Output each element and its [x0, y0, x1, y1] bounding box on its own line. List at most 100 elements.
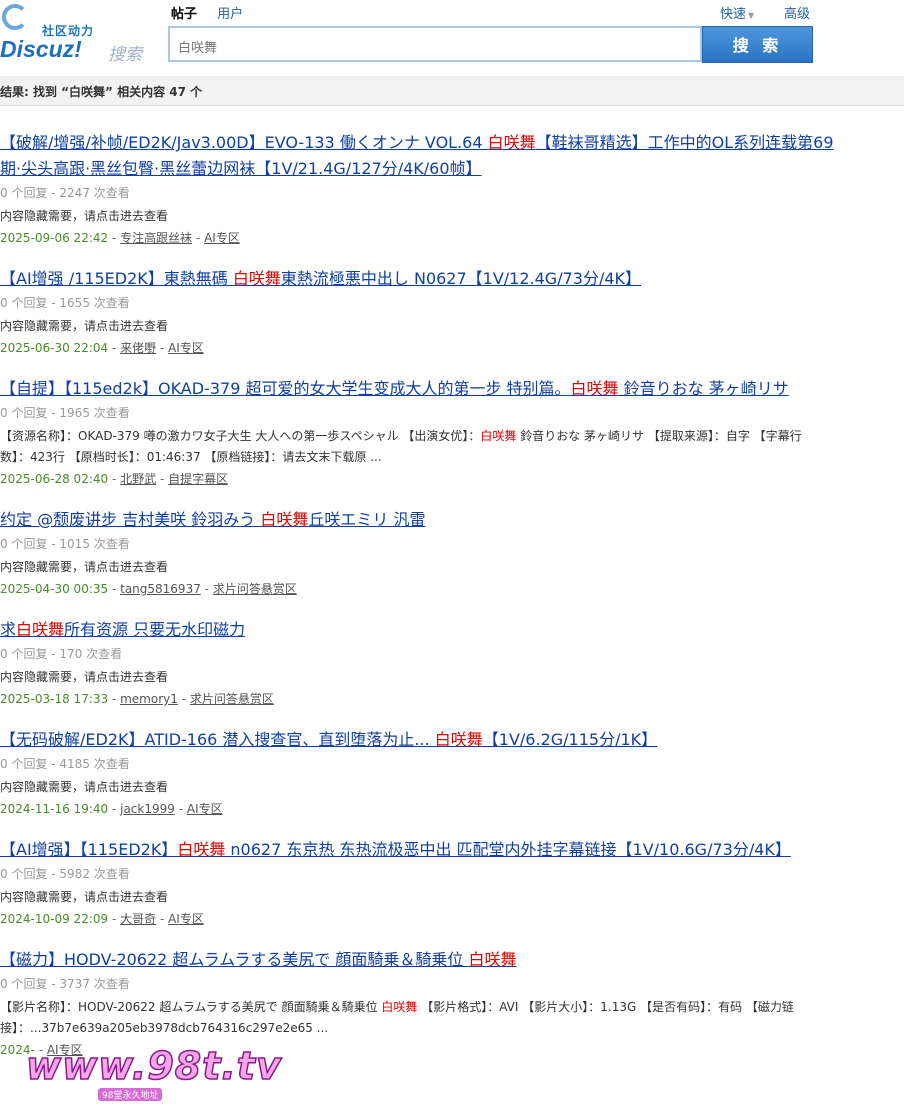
separator: - — [156, 472, 169, 486]
result-meta: 2025-06-28 02:40 - 北野武 - 自提字幕区 — [0, 470, 904, 487]
result-forum-link[interactable]: 求片问答悬赏区 — [213, 582, 297, 596]
result-date: 2024-11-16 19:40 — [0, 802, 109, 816]
result-item: 【磁力】HODV-20622 超ムラムラする美尻で 顔面騎乗＆騎乗位 白咲舞 0 … — [0, 947, 904, 1058]
summary-text: 内容隐藏需要，请点击进去查看 — [0, 780, 169, 794]
result-stats: 0 个回复 - 2247 次查看 — [0, 186, 130, 200]
result-author-link[interactable]: 专注高跟丝袜 — [120, 231, 192, 245]
result-author-link[interactable]: tang5816937 — [120, 582, 201, 596]
summary-text: 【影片名称】：HODV-20622 超ムラムラする美尻で 顔面騎乗＆騎乗位 — [0, 1000, 382, 1014]
separator: - — [108, 582, 121, 596]
result-forum-link[interactable]: AI专区 — [187, 802, 223, 816]
result-date: 2024-10-09 22:09 — [0, 912, 109, 926]
search-type-tabs: 帖子 用户 — [171, 3, 259, 22]
result-title-link[interactable]: 约定 @颓废讲步 吉村美咲 鈴羽みう 白咲舞丘咲エミリ 汎雷 — [0, 507, 904, 533]
result-forum-link[interactable]: 自提字幕区 — [168, 472, 228, 486]
result-item: 约定 @颓废讲步 吉村美咲 鈴羽みう 白咲舞丘咲エミリ 汎雷 0 个回复 - 10… — [0, 507, 904, 597]
keyword-highlight: 白咲舞 — [434, 730, 483, 749]
title-text: n0627 东京热 东热流极恶中出 匹配堂内外挂字幕链接【1V/10.6G/73… — [225, 840, 791, 859]
title-text: 【自提】【115ed2k】OKAD-379 超可爱的女大学生变成大人的第一步 特… — [0, 379, 571, 398]
result-summary-text: 内容隐藏需要，请点击进去查看 — [0, 206, 904, 227]
result-stats: 0 个回复 - 1655 次查看 — [0, 296, 130, 310]
result-list: 【破解/增强/补帧/ED2K/Jav3.00D】EVO-133 働くオンナ VO… — [0, 130, 904, 1078]
result-title-link[interactable]: 【磁力】HODV-20622 超ムラムラする美尻で 顔面騎乗＆騎乗位 白咲舞 — [0, 947, 904, 973]
result-title-link[interactable]: 【AI增强】【115ED2K】白咲舞 n0627 东京热 东热流极恶中出 匹配堂… — [0, 837, 904, 863]
result-meta: 2024-11-16 19:40 - jack1999 - AI专区 — [0, 800, 904, 817]
advanced-search-link[interactable]: 高级 — [784, 3, 810, 22]
logo-swirl-icon — [2, 4, 28, 30]
result-author-link[interactable]: jack1999 — [120, 802, 175, 816]
header: 社区动力 Discuz! 搜索 帖子 用户 快速 ▼ 高级 白咲舞 搜 索 — [0, 0, 904, 76]
separator: - — [192, 231, 205, 245]
keyword-highlight: 白咲舞 — [232, 269, 281, 288]
result-meta: 2025-09-06 22:42 - 专注高跟丝袜 - AI专区 — [0, 229, 904, 246]
separator: - — [156, 341, 169, 355]
discuz-logo[interactable]: 社区动力 Discuz! 搜索 — [0, 4, 150, 65]
site-watermark: www.98t.tv 98堂永久地址 — [25, 1043, 282, 1104]
title-text: 【磁力】HODV-20622 超ムラムラする美尻で 顔面騎乗＆騎乗位 — [0, 950, 469, 969]
search-button[interactable]: 搜 索 — [702, 26, 813, 63]
result-title-link[interactable]: 【AI增强 /115ED2K】東熱無碼 白咲舞東熱流極悪中出し N0627【1V… — [0, 266, 904, 292]
result-author-link[interactable]: 北野武 — [120, 472, 156, 486]
separator: - — [108, 231, 121, 245]
result-summary-text: 内容隐藏需要，请点击进去查看 — [0, 777, 904, 798]
result-summary-text: 内容隐藏需要，请点击进去查看 — [0, 667, 904, 688]
result-author-link[interactable]: 来佬嘢 — [120, 341, 156, 355]
summary-text: 内容隐藏需要，请点击进去查看 — [0, 560, 169, 574]
result-meta: 2024-10-09 22:09 - 大哥奇 - AI专区 — [0, 910, 904, 927]
result-item: 求白咲舞所有资源 只要无水印磁力 0 个回复 - 170 次查看内容隐藏需要，请点… — [0, 617, 904, 707]
separator: - — [156, 912, 169, 926]
separator: - — [177, 692, 190, 706]
result-date: 2025-04-30 00:35 — [0, 582, 109, 596]
result-author-link[interactable]: memory1 — [120, 692, 178, 706]
result-title-link[interactable]: 【无码破解/ED2K】ATID-166 潜入搜查官、直到堕落为止... 白咲舞【… — [0, 727, 904, 753]
result-forum-link[interactable]: 求片问答悬赏区 — [190, 692, 274, 706]
title-text: 【破解/增强/补帧/ED2K/Jav3.00D】EVO-133 働くオンナ VO… — [0, 133, 488, 152]
separator: - — [174, 802, 187, 816]
keyword-highlight: 白咲舞 — [260, 510, 309, 529]
watermark-text: www.98t.tv — [25, 1043, 282, 1089]
result-stats: 0 个回复 - 1015 次查看 — [0, 537, 130, 551]
result-date: 2025-09-06 22:42 — [0, 231, 109, 245]
result-title-link[interactable]: 【自提】【115ed2k】OKAD-379 超可爱的女大学生变成大人的第一步 特… — [0, 376, 904, 402]
keyword-highlight: 白咲舞 — [487, 133, 536, 152]
separator: - — [108, 802, 121, 816]
summary-text: 内容隐藏需要，请点击进去查看 — [0, 209, 169, 223]
summary-text: 内容隐藏需要，请点击进去查看 — [0, 890, 169, 904]
title-text: 所有资源 只要无水印磁力 — [64, 620, 246, 639]
title-text: 鈴音りおな 茅ヶ崎リサ — [618, 379, 789, 398]
result-meta: 2025-03-18 17:33 - memory1 - 求片问答悬赏区 — [0, 690, 904, 707]
result-date: 2025-06-30 22:04 — [0, 341, 109, 355]
result-title-link[interactable]: 【破解/增强/补帧/ED2K/Jav3.00D】EVO-133 働くオンナ VO… — [0, 130, 904, 182]
result-item: 【AI增强】【115ED2K】白咲舞 n0627 东京热 东热流极恶中出 匹配堂… — [0, 837, 904, 927]
result-item: 【无码破解/ED2K】ATID-166 潜入搜查官、直到堕落为止... 白咲舞【… — [0, 727, 904, 817]
result-stats: 0 个回复 - 170 次查看 — [0, 647, 123, 661]
title-text: 【AI增强 /115ED2K】東熱無碼 — [0, 269, 233, 288]
result-summary-text: 【影片名称】：HODV-20622 超ムラムラする美尻で 顔面騎乗＆騎乗位 白咲… — [0, 997, 904, 1039]
separator: - — [108, 912, 121, 926]
result-summary-text: 【资源名称】：OKAD-379 噂の激カワ女子大生 大人への第一歩スペシャル 【… — [0, 426, 904, 468]
result-item: 【AI增强 /115ED2K】東熱無碼 白咲舞東熱流極悪中出し N0627【1V… — [0, 266, 904, 356]
result-forum-link[interactable]: AI专区 — [204, 231, 240, 245]
title-text: 【AI增强】【115ED2K】 — [0, 840, 178, 859]
result-summary-text: 内容隐藏需要，请点击进去查看 — [0, 887, 904, 908]
title-text: 【1V/6.2G/115分/1K】 — [482, 730, 658, 749]
tab-users[interactable]: 用户 — [217, 7, 243, 22]
result-summary: 结果: 找到 “白咲舞” 相关内容 47 个 — [0, 76, 904, 106]
title-text: 東熱流極悪中出し N0627【1V/12.4G/73分/4K】 — [280, 269, 642, 288]
result-item: 【自提】【115ed2k】OKAD-379 超可爱的女大学生变成大人的第一步 特… — [0, 376, 904, 487]
result-title-link[interactable]: 求白咲舞所有资源 只要无水印磁力 — [0, 617, 904, 643]
tab-posts[interactable]: 帖子 — [171, 7, 197, 22]
result-author-link[interactable]: 大哥奇 — [120, 912, 156, 926]
keyword-highlight: 白咲舞 — [177, 840, 226, 859]
keyword-highlight: 白咲舞 — [480, 429, 517, 443]
summary-text: 内容隐藏需要，请点击进去查看 — [0, 319, 169, 333]
keyword-highlight: 白咲舞 — [570, 379, 619, 398]
result-forum-link[interactable]: AI专区 — [168, 341, 204, 355]
keyword-highlight: 白咲舞 — [468, 950, 517, 969]
result-meta: 2025-04-30 00:35 - tang5816937 - 求片问答悬赏区 — [0, 580, 904, 597]
result-summary-text: 内容隐藏需要，请点击进去查看 — [0, 557, 904, 578]
quick-search-dropdown[interactable]: 快速 ▼ — [720, 3, 754, 22]
logo-brand-text: Discuz! — [0, 36, 82, 62]
search-input[interactable]: 白咲舞 — [168, 26, 702, 62]
result-forum-link[interactable]: AI专区 — [168, 912, 204, 926]
